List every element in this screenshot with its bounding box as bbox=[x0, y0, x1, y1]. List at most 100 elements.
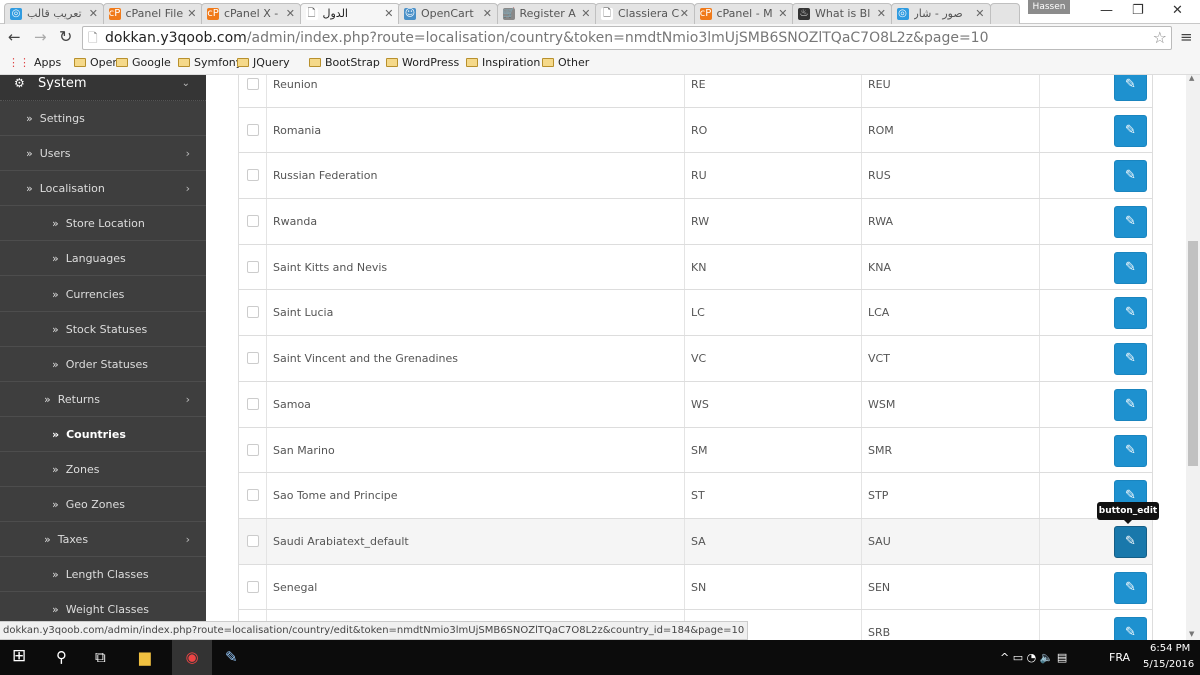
tab-close-icon[interactable]: ✕ bbox=[483, 7, 492, 20]
bookmark-star-icon[interactable]: ☆ bbox=[1153, 27, 1167, 49]
tab-close-icon[interactable]: ✕ bbox=[680, 7, 689, 20]
tab-0[interactable]: ◎ تعريب قالب ✕ bbox=[4, 3, 104, 24]
bookmark-google[interactable]: Google bbox=[116, 56, 171, 69]
tab-4[interactable]: ☺ OpenCart ✕ bbox=[398, 3, 498, 24]
sidebar-item-taxes[interactable]: » Taxes › bbox=[0, 522, 206, 558]
sidebar-item-store-location[interactable]: » Store Location bbox=[0, 206, 206, 242]
minimize-button[interactable]: — bbox=[1100, 3, 1113, 18]
windows-start-icon[interactable]: ⊞ bbox=[12, 646, 26, 666]
sidebar-item-localisation[interactable]: » Localisation › bbox=[0, 171, 206, 207]
close-window-button[interactable]: ✕ bbox=[1172, 3, 1183, 18]
chevron-right-icon: › bbox=[185, 182, 190, 196]
search-icon[interactable]: ⚲ bbox=[56, 648, 67, 666]
tab-close-icon[interactable]: ✕ bbox=[89, 7, 98, 20]
paint-icon[interactable]: ✎ bbox=[225, 648, 238, 666]
tab-close-icon[interactable]: ✕ bbox=[384, 7, 393, 20]
sidebar-item-label: Order Statuses bbox=[65, 357, 149, 371]
bookmark-apps[interactable]: ⋮⋮ Apps bbox=[8, 56, 61, 69]
sidebar-item-geo-zones[interactable]: » Geo Zones bbox=[0, 487, 206, 523]
folder-icon bbox=[237, 58, 249, 67]
sidebar-item-currencies[interactable]: » Currencies bbox=[0, 277, 206, 312]
double-chevron-icon: » bbox=[52, 217, 59, 231]
edit-button[interactable]: ✎ bbox=[1114, 160, 1147, 193]
edit-button[interactable]: ✎ bbox=[1114, 343, 1147, 376]
language-indicator[interactable]: FRA bbox=[1109, 651, 1130, 664]
row-checkbox[interactable] bbox=[247, 580, 259, 593]
row-checkbox[interactable] bbox=[247, 397, 259, 410]
file-explorer-icon[interactable]: ▆ bbox=[139, 648, 151, 666]
tab-1[interactable]: cP cPanel File ✕ bbox=[102, 3, 203, 24]
tab-9[interactable]: ◎ صور - شار ✕ bbox=[890, 3, 991, 24]
edit-button[interactable]: ✎ bbox=[1114, 525, 1147, 558]
row-checkbox[interactable] bbox=[247, 215, 259, 228]
tab-close-icon[interactable]: ✕ bbox=[581, 7, 590, 20]
sidebar-item-zones[interactable]: » Zones bbox=[0, 452, 206, 487]
action-cell: ✎ bbox=[1039, 75, 1154, 107]
tab-8[interactable]: ♨ What is Bl ✕ bbox=[792, 3, 892, 24]
tab-2[interactable]: cP cPanel X - ✕ bbox=[201, 3, 301, 24]
sidebar-header-system[interactable]: ⚙ System ⌄ bbox=[0, 75, 206, 101]
edit-button[interactable]: ✎ bbox=[1114, 297, 1147, 330]
sidebar-item-languages[interactable]: » Languages bbox=[0, 241, 206, 277]
edit-button[interactable]: ✎ bbox=[1114, 251, 1147, 284]
edit-button[interactable]: ✎ bbox=[1114, 571, 1147, 604]
address-bar[interactable]: 🗋 dokkan.y3qoob.com/admin/index.php?rout… bbox=[82, 26, 1172, 50]
task-view-icon[interactable]: ⧉ bbox=[95, 648, 106, 666]
sidebar-item-users[interactable]: » Users › bbox=[0, 136, 206, 172]
restore-button[interactable]: ❐ bbox=[1132, 3, 1144, 18]
sidebar-item-settings[interactable]: » Settings bbox=[0, 101, 206, 136]
sidebar-item-countries[interactable]: » Countries bbox=[0, 417, 206, 452]
bookmark-wordpress[interactable]: WordPress bbox=[386, 56, 459, 69]
sidebar-item-label: Languages bbox=[65, 252, 126, 266]
chrome-icon[interactable]: ◉ bbox=[172, 640, 212, 675]
reload-button[interactable]: ↻ bbox=[59, 27, 72, 46]
edit-button[interactable]: ✎ bbox=[1114, 206, 1147, 239]
tab-close-icon[interactable]: ✕ bbox=[877, 7, 886, 20]
edit-button[interactable]: ✎ bbox=[1114, 114, 1147, 147]
sidebar-item-order-statuses[interactable]: » Order Statuses bbox=[0, 347, 206, 382]
sidebar-item-length-classes[interactable]: » Length Classes bbox=[0, 557, 206, 593]
row-checkbox[interactable] bbox=[247, 534, 259, 547]
bookmark-other[interactable]: Other bbox=[542, 56, 589, 69]
tab-5[interactable]: 🛒 Register A ✕ bbox=[496, 3, 597, 24]
edit-button[interactable]: ✎ bbox=[1114, 388, 1147, 421]
row-checkbox[interactable] bbox=[247, 306, 259, 319]
profile-badge[interactable]: Hassen bbox=[1028, 0, 1070, 14]
tab-close-icon[interactable]: ✕ bbox=[778, 7, 787, 20]
clock-time[interactable]: 6:54 PM bbox=[1150, 643, 1190, 654]
sidebar-item-stock-statuses[interactable]: » Stock Statuses bbox=[0, 312, 206, 347]
new-tab-button[interactable] bbox=[990, 3, 1020, 24]
tab-7[interactable]: cP cPanel - M ✕ bbox=[693, 3, 794, 24]
bookmark-bootstrap[interactable]: BootStrap bbox=[309, 56, 380, 69]
tray-icons[interactable]: ^ ▭ ◔ 🔈 ▤ bbox=[1000, 651, 1067, 664]
row-checkbox[interactable] bbox=[247, 443, 259, 456]
row-checkbox[interactable] bbox=[247, 169, 259, 182]
tab-close-icon[interactable]: ✕ bbox=[975, 7, 984, 20]
tab-6[interactable]: 🗋 Classiera C ✕ bbox=[595, 3, 695, 24]
scrollbar-thumb[interactable] bbox=[1188, 241, 1198, 466]
bookmark-symfony[interactable]: Symfony bbox=[178, 56, 242, 69]
menu-icon[interactable]: ≡ bbox=[1180, 28, 1193, 46]
tab-close-icon[interactable]: ✕ bbox=[286, 7, 295, 20]
back-button[interactable]: ← bbox=[8, 28, 21, 46]
clock-date[interactable]: 5/15/2016 bbox=[1143, 659, 1194, 670]
row-checkbox[interactable] bbox=[247, 78, 259, 90]
bookmark-inspiration[interactable]: Inspiration bbox=[466, 56, 540, 69]
edit-button[interactable]: ✎ bbox=[1114, 75, 1147, 101]
bookmark-jquery[interactable]: JQuery bbox=[237, 56, 290, 69]
tab-close-icon[interactable]: ✕ bbox=[187, 7, 196, 20]
scrollbar[interactable]: ▲ ▼ bbox=[1186, 74, 1200, 640]
sidebar-item-label: Countries bbox=[66, 427, 126, 441]
sidebar-item-returns[interactable]: » Returns › bbox=[0, 382, 206, 417]
edit-button[interactable]: ✎ bbox=[1114, 617, 1147, 640]
forward-button[interactable]: → bbox=[34, 28, 47, 46]
row-checkbox[interactable] bbox=[247, 260, 259, 273]
tab-3[interactable]: 🗋 الدول ✕ bbox=[299, 3, 400, 24]
row-checkbox[interactable] bbox=[247, 123, 259, 136]
scroll-up-icon[interactable]: ▲ bbox=[1189, 74, 1194, 82]
row-checkbox[interactable] bbox=[247, 489, 259, 502]
row-checkbox[interactable] bbox=[247, 352, 259, 365]
bookmark-open[interactable]: Open bbox=[74, 56, 119, 69]
edit-button[interactable]: ✎ bbox=[1114, 434, 1147, 467]
scroll-down-icon[interactable]: ▼ bbox=[1189, 630, 1194, 638]
